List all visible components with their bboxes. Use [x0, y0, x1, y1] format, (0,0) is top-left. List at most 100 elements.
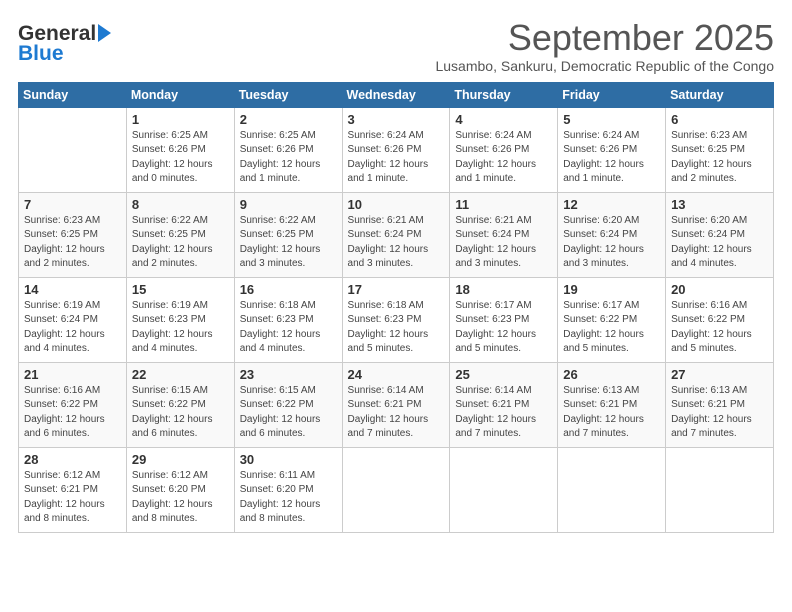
logo-chevron-icon	[98, 24, 111, 42]
day-info: Sunrise: 6:18 AM Sunset: 6:23 PM Dayligh…	[348, 299, 445, 357]
day-number: 10	[348, 197, 445, 212]
calendar-cell: 21Sunrise: 6:16 AM Sunset: 6:22 PM Dayli…	[19, 362, 127, 447]
day-info: Sunrise: 6:12 AM Sunset: 6:20 PM Dayligh…	[132, 469, 229, 527]
calendar-cell: 26 Sunrise: 6:13 AM Sunset: 6:21 PM Dayli…	[558, 362, 666, 447]
logo-blue-text: Blue	[18, 42, 64, 66]
day-number: 19	[563, 282, 660, 297]
day-number: 6	[671, 112, 768, 127]
calendar-cell: 24Sunrise: 6:14 AM Sunset: 6:21 PM Dayli…	[342, 362, 450, 447]
day-info: Sunrise: 6:19 AM Sunset: 6:24 PM Dayligh…	[24, 299, 121, 357]
day-number: 17	[348, 282, 445, 297]
day-info: Sunrise: 6:21 AM Sunset: 6:24 PM Dayligh…	[455, 214, 552, 272]
calendar-cell: 19 Sunrise: 6:17 AM Sunset: 6:22 PM Dayli…	[558, 277, 666, 362]
day-info: Sunrise: 6:15 AM Sunset: 6:22 PM Dayligh…	[240, 384, 337, 442]
day-info: Sunrise: 6:13 AM Sunset: 6:21 PM Dayligh…	[671, 384, 768, 442]
day-info: Sunrise: 6:24 AM Sunset: 6:26 PM Dayligh…	[348, 129, 445, 187]
header-cell-monday: Monday	[126, 82, 234, 107]
day-info: Sunrise: 6:23 AM Sunset: 6:25 PM Dayligh…	[24, 214, 121, 272]
calendar-cell: 29 Sunrise: 6:12 AM Sunset: 6:20 PM Dayli…	[126, 447, 234, 532]
day-info: Sunrise: 6:21 AM Sunset: 6:24 PM Dayligh…	[348, 214, 445, 272]
week-row-5: 28 Sunrise: 6:12 AM Sunset: 6:21 PM Dayli…	[19, 447, 774, 532]
day-number: 7	[24, 197, 121, 212]
calendar-cell: 9 Sunrise: 6:22 AM Sunset: 6:25 PM Daylig…	[234, 192, 342, 277]
calendar-cell: 28 Sunrise: 6:12 AM Sunset: 6:21 PM Dayli…	[19, 447, 127, 532]
day-info: Sunrise: 6:16 AM Sunset: 6:22 PM Dayligh…	[671, 299, 768, 357]
calendar-cell: 13Sunrise: 6:20 AM Sunset: 6:24 PM Dayli…	[666, 192, 774, 277]
day-info: Sunrise: 6:17 AM Sunset: 6:22 PM Dayligh…	[563, 299, 660, 357]
day-number: 5	[563, 112, 660, 127]
day-info: Sunrise: 6:17 AM Sunset: 6:23 PM Dayligh…	[455, 299, 552, 357]
day-number: 3	[348, 112, 445, 127]
week-row-4: 21Sunrise: 6:16 AM Sunset: 6:22 PM Dayli…	[19, 362, 774, 447]
day-number: 21	[24, 367, 121, 382]
header-cell-tuesday: Tuesday	[234, 82, 342, 107]
day-number: 24	[348, 367, 445, 382]
calendar-cell: 23Sunrise: 6:15 AM Sunset: 6:22 PM Dayli…	[234, 362, 342, 447]
calendar-cell: 30 Sunrise: 6:11 AM Sunset: 6:20 PM Dayli…	[234, 447, 342, 532]
day-number: 26	[563, 367, 660, 382]
week-row-2: 7 Sunrise: 6:23 AM Sunset: 6:25 PM Daylig…	[19, 192, 774, 277]
calendar-cell: 10 Sunrise: 6:21 AM Sunset: 6:24 PM Dayli…	[342, 192, 450, 277]
day-number: 1	[132, 112, 229, 127]
header-cell-thursday: Thursday	[450, 82, 558, 107]
calendar-cell: 12 Sunrise: 6:20 AM Sunset: 6:24 PM Dayli…	[558, 192, 666, 277]
header-cell-sunday: Sunday	[19, 82, 127, 107]
day-number: 28	[24, 452, 121, 467]
calendar-cell: 20 Sunrise: 6:16 AM Sunset: 6:22 PM Dayli…	[666, 277, 774, 362]
day-info: Sunrise: 6:15 AM Sunset: 6:22 PM Dayligh…	[132, 384, 229, 442]
day-number: 2	[240, 112, 337, 127]
calendar-cell: 2Sunrise: 6:25 AM Sunset: 6:26 PM Daylig…	[234, 107, 342, 192]
day-info: Sunrise: 6:14 AM Sunset: 6:21 PM Dayligh…	[455, 384, 552, 442]
calendar-cell: 27 Sunrise: 6:13 AM Sunset: 6:21 PM Dayli…	[666, 362, 774, 447]
day-number: 27	[671, 367, 768, 382]
calendar-cell: 5 Sunrise: 6:24 AM Sunset: 6:26 PM Daylig…	[558, 107, 666, 192]
month-title: September 2025	[435, 18, 774, 58]
location-title: Lusambo, Sankuru, Democratic Republic of…	[435, 58, 774, 74]
day-info: Sunrise: 6:22 AM Sunset: 6:25 PM Dayligh…	[240, 214, 337, 272]
day-number: 4	[455, 112, 552, 127]
calendar-cell: 1 Sunrise: 6:25 AM Sunset: 6:26 PM Daylig…	[126, 107, 234, 192]
week-row-3: 14 Sunrise: 6:19 AM Sunset: 6:24 PM Dayli…	[19, 277, 774, 362]
day-number: 15	[132, 282, 229, 297]
day-info: Sunrise: 6:20 AM Sunset: 6:24 PM Dayligh…	[563, 214, 660, 272]
day-info: Sunrise: 6:25 AM Sunset: 6:26 PM Dayligh…	[132, 129, 229, 187]
day-number: 11	[455, 197, 552, 212]
calendar-cell: 7 Sunrise: 6:23 AM Sunset: 6:25 PM Daylig…	[19, 192, 127, 277]
day-number: 18	[455, 282, 552, 297]
calendar-cell: 11 Sunrise: 6:21 AM Sunset: 6:24 PM Dayli…	[450, 192, 558, 277]
calendar-cell: 4 Sunrise: 6:24 AM Sunset: 6:26 PM Daylig…	[450, 107, 558, 192]
calendar-cell: 3 Sunrise: 6:24 AM Sunset: 6:26 PM Daylig…	[342, 107, 450, 192]
day-info: Sunrise: 6:24 AM Sunset: 6:26 PM Dayligh…	[563, 129, 660, 187]
calendar-cell: 15 Sunrise: 6:19 AM Sunset: 6:23 PM Dayli…	[126, 277, 234, 362]
day-number: 29	[132, 452, 229, 467]
day-number: 20	[671, 282, 768, 297]
day-info: Sunrise: 6:22 AM Sunset: 6:25 PM Dayligh…	[132, 214, 229, 272]
header-row: SundayMondayTuesdayWednesdayThursdayFrid…	[19, 82, 774, 107]
calendar-cell: 22 Sunrise: 6:15 AM Sunset: 6:22 PM Dayli…	[126, 362, 234, 447]
day-number: 9	[240, 197, 337, 212]
calendar-cell: 17 Sunrise: 6:18 AM Sunset: 6:23 PM Dayli…	[342, 277, 450, 362]
logo: General Blue	[18, 22, 111, 66]
day-number: 12	[563, 197, 660, 212]
calendar-cell	[19, 107, 127, 192]
day-info: Sunrise: 6:24 AM Sunset: 6:26 PM Dayligh…	[455, 129, 552, 187]
calendar-cell: 8Sunrise: 6:22 AM Sunset: 6:25 PM Daylig…	[126, 192, 234, 277]
day-info: Sunrise: 6:19 AM Sunset: 6:23 PM Dayligh…	[132, 299, 229, 357]
week-row-1: 1 Sunrise: 6:25 AM Sunset: 6:26 PM Daylig…	[19, 107, 774, 192]
header-cell-saturday: Saturday	[666, 82, 774, 107]
day-info: Sunrise: 6:11 AM Sunset: 6:20 PM Dayligh…	[240, 469, 337, 527]
day-number: 22	[132, 367, 229, 382]
calendar-cell	[342, 447, 450, 532]
day-number: 13	[671, 197, 768, 212]
day-number: 16	[240, 282, 337, 297]
calendar-cell: 18 Sunrise: 6:17 AM Sunset: 6:23 PM Dayli…	[450, 277, 558, 362]
header: General Blue September 2025 Lusambo, San…	[18, 18, 774, 74]
day-number: 25	[455, 367, 552, 382]
day-number: 30	[240, 452, 337, 467]
header-cell-wednesday: Wednesday	[342, 82, 450, 107]
day-number: 14	[24, 282, 121, 297]
calendar-cell	[558, 447, 666, 532]
day-info: Sunrise: 6:12 AM Sunset: 6:21 PM Dayligh…	[24, 469, 121, 527]
day-info: Sunrise: 6:18 AM Sunset: 6:23 PM Dayligh…	[240, 299, 337, 357]
day-info: Sunrise: 6:13 AM Sunset: 6:21 PM Dayligh…	[563, 384, 660, 442]
